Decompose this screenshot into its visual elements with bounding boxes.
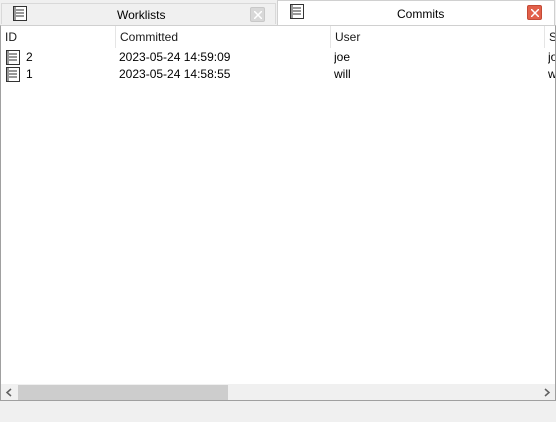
commit-icon <box>6 67 20 82</box>
cell-committed: 2023-05-24 14:59:09 <box>119 50 231 64</box>
tab-commits[interactable]: Commits <box>277 0 555 25</box>
tab-label: Commits <box>397 7 445 21</box>
table-row[interactable]: 1 2023-05-24 14:58:55 will w <box>1 66 555 83</box>
table-row[interactable]: 2 2023-05-24 14:59:09 joe jo <box>1 49 555 66</box>
commits-list[interactable]: ID Committed User S 2 2023-05-24 14:59:0… <box>0 25 556 401</box>
column-header-s[interactable]: S <box>545 26 555 48</box>
close-tab-button[interactable] <box>250 7 265 22</box>
close-tab-button[interactable] <box>527 5 542 20</box>
close-icon <box>531 9 539 17</box>
list-document-icon <box>290 4 304 19</box>
status-bar <box>0 401 556 422</box>
column-header-user[interactable]: User <box>331 26 545 48</box>
close-icon <box>254 11 262 19</box>
cell-user: will <box>334 67 351 81</box>
cell-id: 1 <box>26 67 33 81</box>
chevron-left-icon <box>5 388 12 397</box>
horizontal-scrollbar[interactable] <box>1 384 555 400</box>
cell-committed: 2023-05-24 14:58:55 <box>119 67 231 81</box>
scroll-left-button[interactable] <box>1 384 18 400</box>
column-header-committed[interactable]: Committed <box>116 26 331 48</box>
cell-s: w <box>548 67 556 81</box>
list-document-icon <box>13 6 27 21</box>
tab-strip: Worklists Commits <box>0 0 556 25</box>
tab-worklists[interactable]: Worklists <box>1 3 276 24</box>
commit-icon <box>6 50 20 65</box>
scroll-right-button[interactable] <box>538 384 555 400</box>
cell-id: 2 <box>26 50 33 64</box>
list-header: ID Committed User S <box>1 26 555 48</box>
chevron-right-icon <box>544 388 551 397</box>
cell-s: jo <box>548 50 555 64</box>
cell-user: joe <box>334 50 351 64</box>
scroll-thumb[interactable] <box>18 385 228 400</box>
tab-label: Worklists <box>117 8 166 22</box>
column-header-id[interactable]: ID <box>1 26 116 48</box>
